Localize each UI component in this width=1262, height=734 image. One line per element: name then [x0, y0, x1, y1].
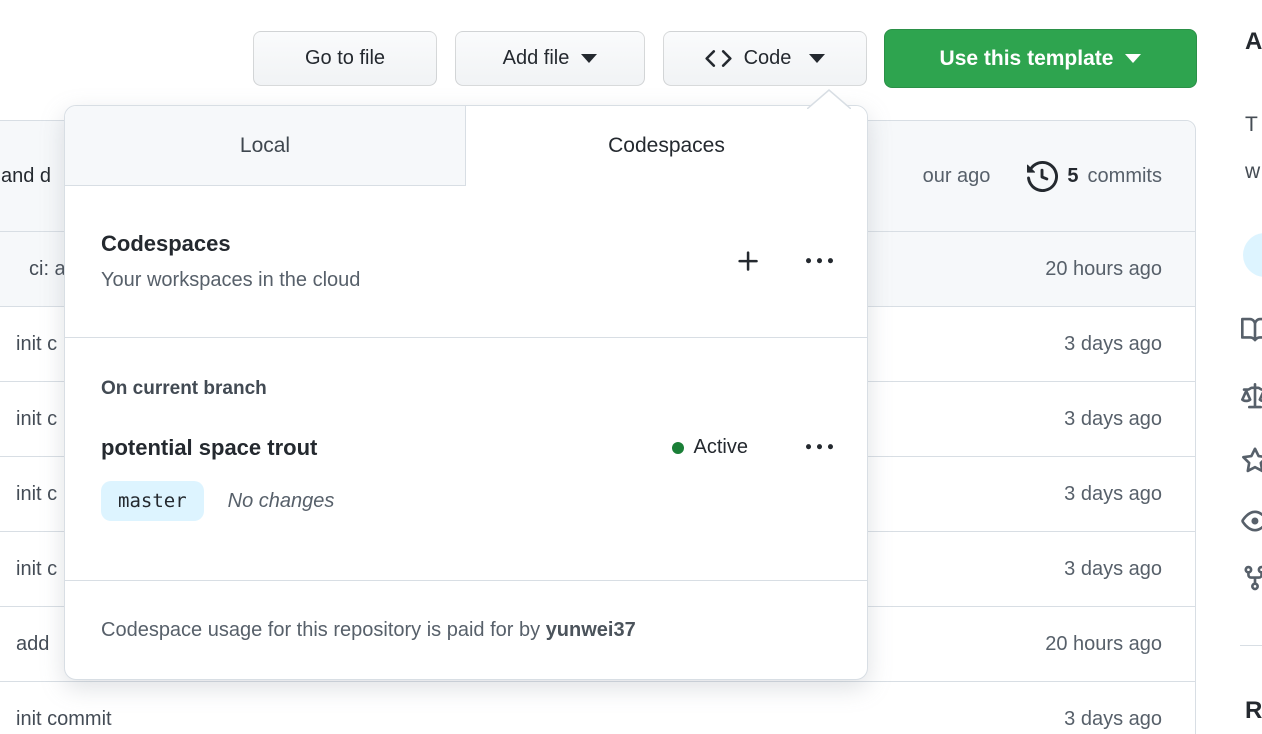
code-label: Code	[743, 47, 792, 69]
file-row-commit-message[interactable]: init commit	[16, 708, 112, 731]
dropdown-caret	[807, 89, 851, 109]
tab-local-label: Local	[239, 133, 291, 157]
watchers-eye-icon[interactable]	[1241, 507, 1262, 535]
about-sidebar: A T w R	[1210, 0, 1262, 734]
file-row-commit-message[interactable]: add	[16, 633, 49, 656]
codespace-usage-text: Codespace usage for this repository is p…	[101, 618, 546, 641]
commit-message-fragment[interactable]: and d	[1, 165, 51, 188]
chevron-down-icon	[809, 54, 826, 63]
chevron-down-icon	[581, 54, 598, 63]
commit-count-area[interactable]: our ago 5 commits	[922, 160, 1162, 192]
add-file-button[interactable]: Add file	[455, 31, 645, 86]
file-row-time: 3 days ago	[1064, 557, 1162, 580]
codespaces-kebab-menu-button[interactable]	[806, 248, 833, 275]
go-to-file-label: Go to file	[304, 47, 386, 69]
active-status-dot-icon	[671, 441, 684, 454]
commit-time-fragment: our ago	[922, 164, 991, 187]
file-row-commit-message[interactable]: init c	[16, 333, 57, 356]
codespace-usage-owner: yunwei37	[545, 618, 636, 641]
codespaces-actions	[735, 248, 833, 275]
tab-codespaces-label: Codespaces	[608, 134, 725, 157]
history-icon	[1027, 160, 1059, 192]
file-row-commit-message[interactable]: init c	[16, 483, 57, 506]
tab-codespaces[interactable]: Codespaces	[466, 106, 867, 186]
dropdown-tabs: Local Codespaces	[65, 106, 867, 186]
releases-heading: R	[1245, 697, 1262, 724]
codespace-branch-row: master No changes	[101, 481, 833, 521]
repo-description-line2: w	[1245, 160, 1261, 183]
codespace-name[interactable]: potential space trout	[101, 435, 672, 461]
file-row-time: 3 days ago	[1064, 707, 1162, 730]
file-row-time: 20 hours ago	[1045, 632, 1162, 655]
tab-local[interactable]: Local	[65, 106, 466, 186]
use-this-template-label: Use this template	[939, 46, 1114, 70]
repo-description-line1: T	[1245, 113, 1258, 136]
add-file-label: Add file	[502, 47, 570, 69]
commit-count: 5	[1067, 164, 1079, 187]
chevron-down-icon	[1125, 54, 1142, 63]
file-row-commit-message[interactable]: ci: a	[16, 258, 66, 281]
codespaces-subtitle: Your workspaces in the cloud	[101, 269, 361, 291]
repo-page: and d our ago 5 commits ci: a 20 hours a…	[0, 0, 1262, 734]
file-row-time: 3 days ago	[1064, 407, 1162, 430]
file-row-time: 3 days ago	[1064, 482, 1162, 505]
commit-count-label: commits	[1087, 164, 1162, 187]
license-law-icon[interactable]	[1241, 383, 1262, 411]
topic-badge[interactable]	[1243, 233, 1262, 277]
file-row[interactable]: init commit 3 days ago	[0, 681, 1195, 734]
codespace-kebab-menu-button[interactable]	[806, 434, 833, 461]
about-heading: A	[1245, 28, 1262, 55]
file-row-time: 3 days ago	[1064, 332, 1162, 355]
file-row-time: 20 hours ago	[1045, 257, 1162, 280]
sidebar-divider	[1240, 645, 1262, 646]
code-dropdown-panel: Local Codespaces Codespaces Your workspa…	[64, 89, 868, 680]
fork-icon[interactable]	[1241, 564, 1262, 592]
file-row-commit-message[interactable]: init c	[16, 408, 57, 431]
new-codespace-plus-button[interactable]	[735, 248, 762, 275]
go-to-file-button[interactable]: Go to file	[253, 31, 437, 86]
codespaces-title: Codespaces	[101, 231, 231, 256]
on-current-branch-label: On current branch	[101, 378, 267, 399]
readme-icon[interactable]	[1241, 316, 1262, 344]
current-branch-section: On current branch potential space trout …	[65, 338, 867, 581]
codespaces-header: Codespaces Your workspaces in the cloud	[65, 186, 867, 338]
codespaces-header-text: Codespaces Your workspaces in the cloud	[101, 231, 360, 292]
code-button[interactable]: Code	[663, 31, 867, 86]
no-changes-label: No changes	[227, 489, 335, 512]
branch-badge[interactable]: master	[101, 481, 204, 521]
star-icon[interactable]	[1241, 447, 1262, 475]
codespace-row[interactable]: potential space trout Active	[101, 434, 833, 461]
codespace-usage-footer: Codespace usage for this repository is p…	[65, 581, 867, 679]
file-row-commit-message[interactable]: init c	[16, 558, 57, 581]
codespace-status-label: Active	[693, 436, 748, 458]
code-icon	[705, 45, 732, 72]
use-this-template-button[interactable]: Use this template	[884, 29, 1197, 88]
codespace-status: Active	[671, 436, 748, 459]
